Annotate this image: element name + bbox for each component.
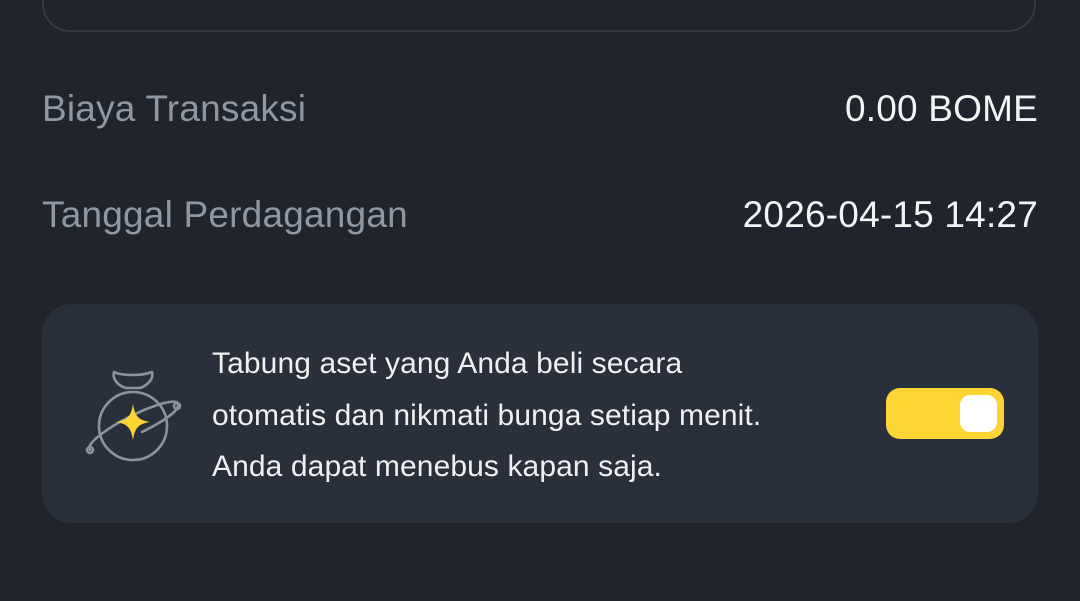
auto-savings-description: Tabung aset yang Anda beli secara otomat…: [212, 338, 852, 493]
auto-savings-card: Tabung aset yang Anda beli secara otomat…: [42, 304, 1038, 523]
transaction-fee-value: 0.00 BOME: [844, 88, 1038, 129]
trade-date-label: Tanggal Perdagangan: [42, 194, 408, 235]
auto-savings-toggle[interactable]: [886, 388, 1004, 439]
promo-line: Anda dapat menebus kapan saja.: [212, 450, 662, 483]
trade-date-value: 2026-04-15 14:27: [742, 194, 1038, 235]
toggle-knob: [960, 395, 997, 432]
trade-details-screen: Biaya Transaksi 0.00 BOME Tanggal Perdag…: [0, 0, 1080, 601]
money-bag-sparkle-icon: [82, 364, 182, 464]
transaction-fee-label: Biaya Transaksi: [42, 88, 307, 129]
previous-section-card: [42, 0, 1036, 32]
transaction-fee-row: Biaya Transaksi 0.00 BOME: [42, 87, 1038, 131]
promo-line: Tabung aset yang Anda beli secara: [212, 347, 683, 380]
promo-line: otomatis dan nikmati bunga setiap menit.: [212, 398, 762, 432]
trade-date-row: Tanggal Perdagangan 2026-04-15 14:27: [42, 193, 1038, 237]
